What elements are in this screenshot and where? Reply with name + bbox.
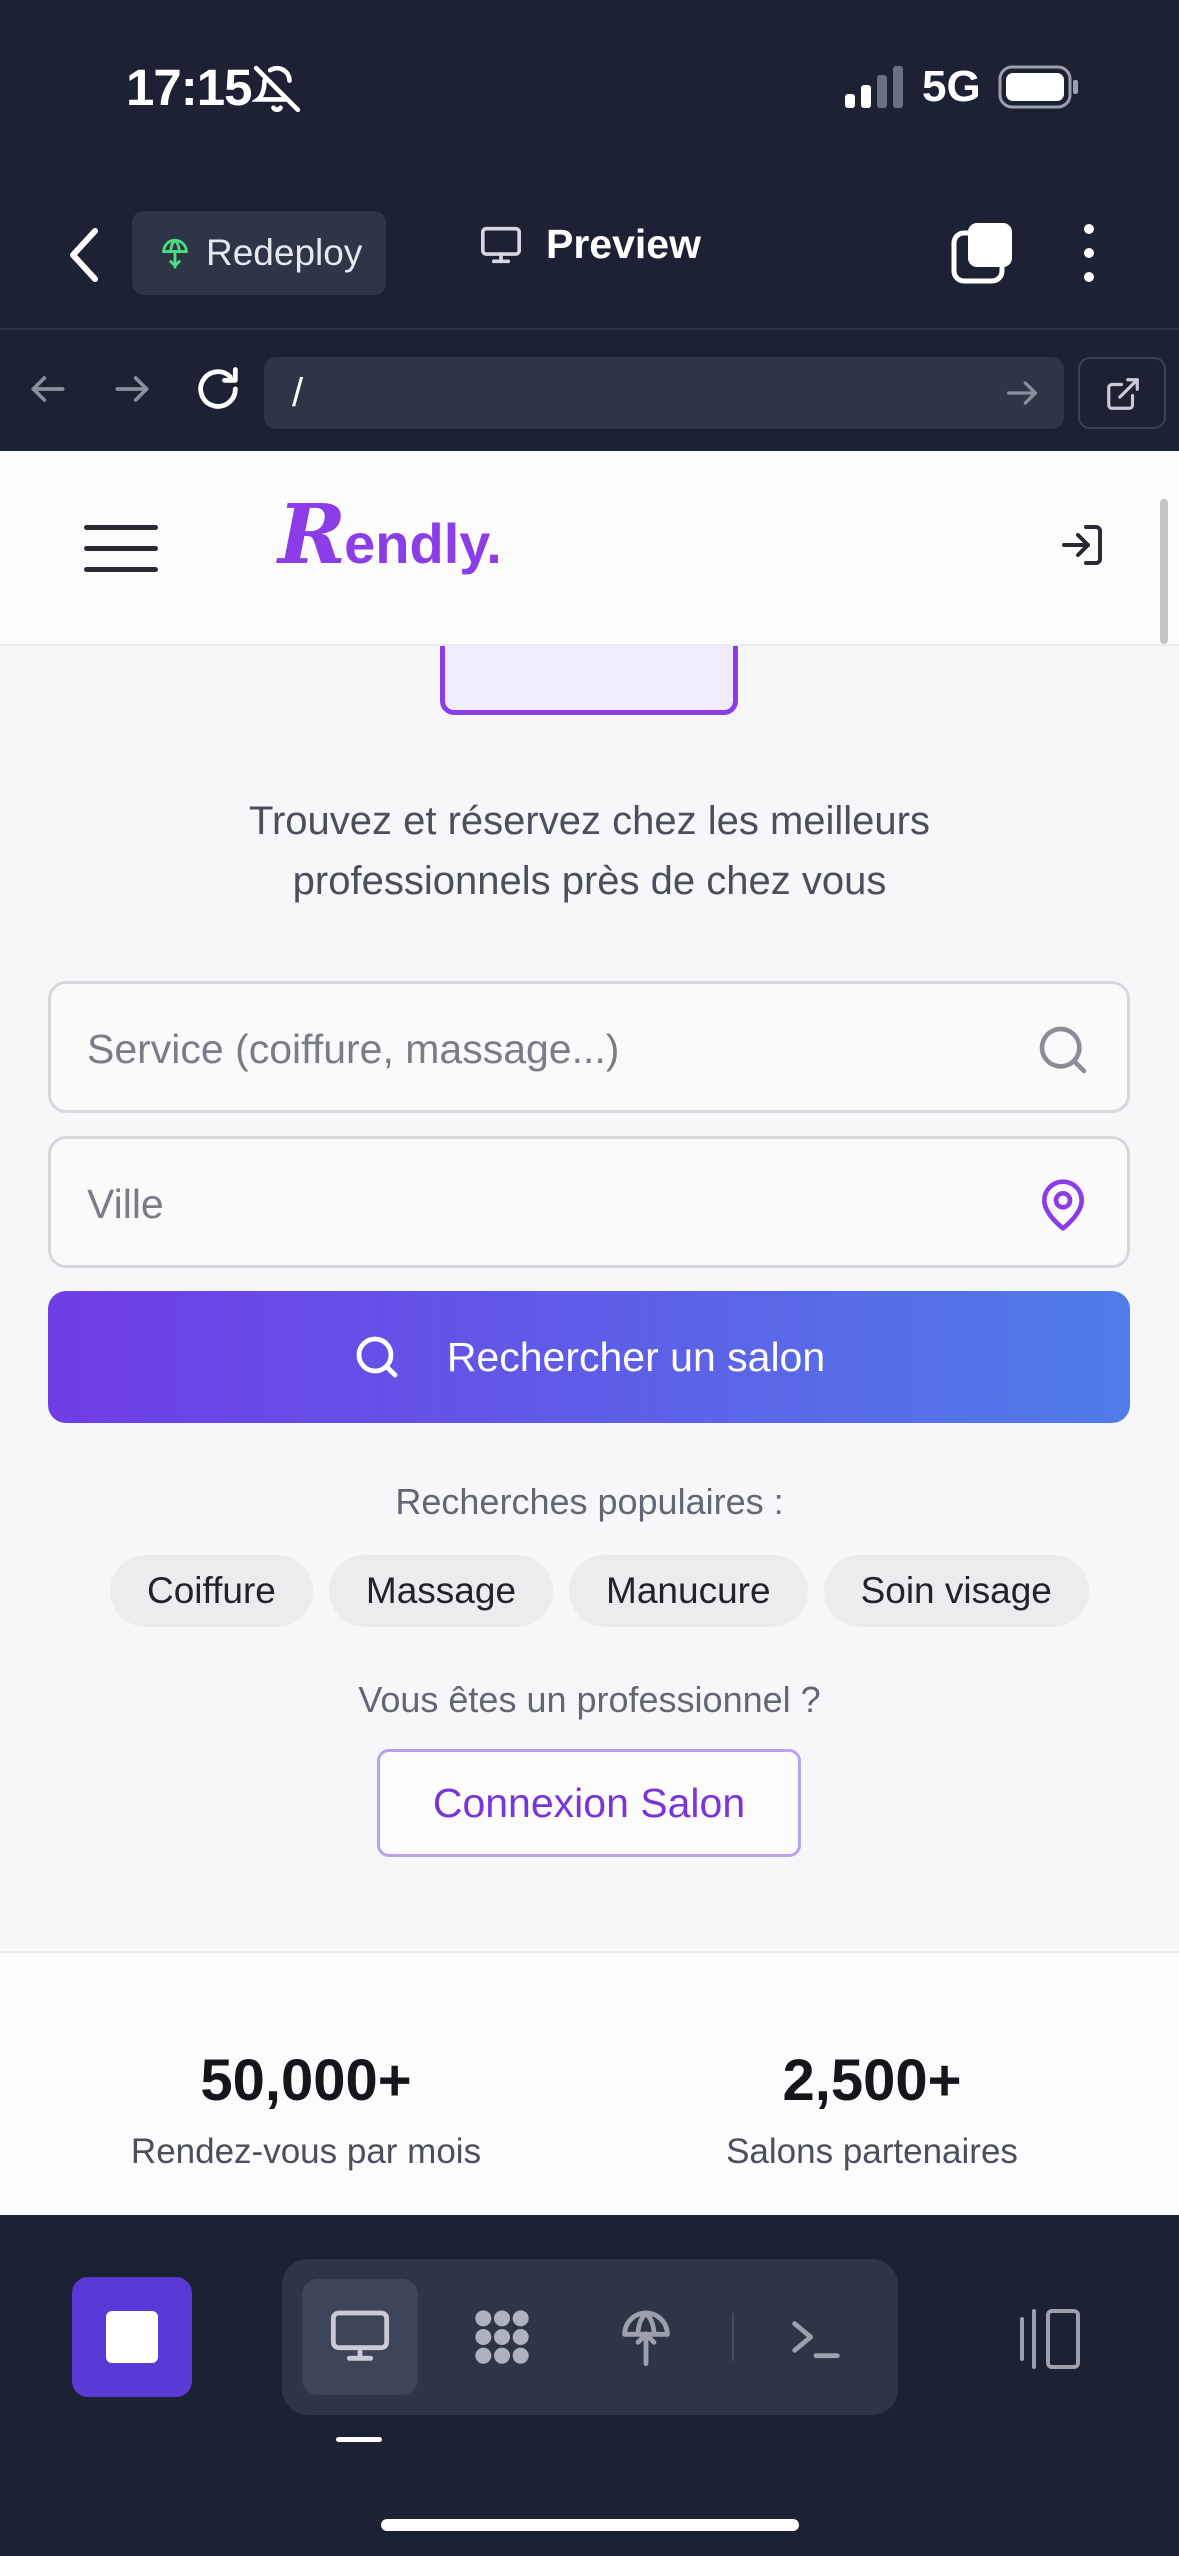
menu-icon[interactable] xyxy=(84,525,158,573)
split-view-icon[interactable] xyxy=(1012,2307,1082,2371)
stat-label: Salons partenaires xyxy=(726,2132,1018,2171)
app-header: Redeploy Preview xyxy=(0,175,1179,330)
open-external-button[interactable] xyxy=(1078,357,1166,429)
city-input[interactable] xyxy=(87,1177,987,1231)
network-label: 5G xyxy=(922,62,981,111)
chip-soin-visage[interactable]: Soin visage xyxy=(823,1555,1089,1627)
pro-question: Vous êtes un professionnel ? xyxy=(358,1679,821,1720)
search-icon xyxy=(356,1336,398,1378)
stat-partners: 2,500+ Salons partenaires xyxy=(592,2047,1152,2172)
search-button-label: Rechercher un salon xyxy=(446,1333,826,1380)
arrow-right-small-icon[interactable] xyxy=(1002,373,1042,413)
logo-initial: R xyxy=(278,487,346,583)
terminal-icon xyxy=(792,2321,840,2359)
redeploy-label: Redeploy xyxy=(206,232,363,273)
url-bar-row: / xyxy=(0,331,1179,451)
deploy-tool-button[interactable] xyxy=(588,2279,704,2395)
status-bar: 17:15 5G xyxy=(0,0,1179,175)
chip-massage[interactable]: Massage xyxy=(328,1555,554,1627)
tool-switcher xyxy=(282,2259,898,2415)
site-logo[interactable]: Rendly. xyxy=(278,487,502,583)
url-text: / xyxy=(292,371,304,415)
stat-label: Rendez-vous par mois xyxy=(130,2132,482,2171)
bell-slash-icon xyxy=(252,65,301,113)
active-tool-indicator xyxy=(336,2437,382,2442)
stop-button[interactable] xyxy=(72,2277,192,2397)
chip-coiffure[interactable]: Coiffure xyxy=(110,1555,313,1627)
map-pin-icon xyxy=(1042,1179,1084,1231)
service-search-field[interactable] xyxy=(48,981,1130,1113)
toolbar-divider xyxy=(732,2313,734,2361)
tagline: Trouvez et réservez chez les meilleurs p… xyxy=(0,791,1179,911)
grid-icon xyxy=(475,2310,529,2364)
bottom-toolbar xyxy=(0,2215,1179,2556)
service-input[interactable] xyxy=(87,1022,987,1076)
more-vertical-icon[interactable] xyxy=(1074,221,1104,285)
preview-label: Preview xyxy=(546,221,701,267)
redeploy-button[interactable]: Redeploy xyxy=(132,211,386,295)
external-link-icon xyxy=(1107,378,1139,410)
terminal-tool-button[interactable] xyxy=(758,2279,874,2395)
arrow-left-icon[interactable] xyxy=(26,367,70,411)
deploy-icon xyxy=(622,2310,670,2367)
tabs-icon[interactable] xyxy=(950,221,1014,285)
login-icon[interactable] xyxy=(1058,521,1106,569)
stat-appointments: 50,000+ Rendez-vous par mois xyxy=(26,2047,586,2172)
preview-tab[interactable]: Preview xyxy=(478,221,701,268)
workspace-tool-button[interactable] xyxy=(444,2279,560,2395)
tagline-line-2: professionnels près de chez vous xyxy=(292,859,887,903)
chevron-left-icon[interactable] xyxy=(60,225,110,285)
desktop-icon xyxy=(330,2310,390,2361)
globe-icon xyxy=(162,238,188,269)
stat-value: 2,500+ xyxy=(782,2048,962,2113)
signal-icon xyxy=(845,66,903,108)
salon-login-button[interactable]: Connexion Salon xyxy=(377,1749,801,1857)
monitor-icon xyxy=(481,226,521,263)
search-icon xyxy=(1039,1026,1087,1074)
logo-rest: endly. xyxy=(344,512,502,575)
webpage-preview: Rendly. Trouvez et réservez chez les mei… xyxy=(0,451,1179,2215)
home-indicator[interactable] xyxy=(381,2519,799,2531)
chip-manucure[interactable]: Manucure xyxy=(569,1555,808,1627)
arrow-right-icon[interactable] xyxy=(110,367,154,411)
popular-searches: Coiffure Massage Manucure Soin visage xyxy=(110,1555,1089,1627)
tagline-line-1: Trouvez et réservez chez les meilleurs xyxy=(249,799,930,843)
status-time: 17:15 xyxy=(126,59,252,116)
battery-icon xyxy=(998,65,1078,109)
page-scrollbar[interactable] xyxy=(1160,499,1168,644)
url-field[interactable]: / xyxy=(264,357,1064,429)
popular-searches-title: Recherches populaires : xyxy=(395,1481,784,1522)
stats-section: 50,000+ Rendez-vous par mois 2,500+ Salo… xyxy=(0,1951,1179,2215)
desktop-tool-button[interactable] xyxy=(302,2279,418,2395)
city-field[interactable] xyxy=(48,1136,1130,1268)
search-salon-button[interactable]: Rechercher un salon xyxy=(48,1291,1130,1423)
stat-value: 50,000+ xyxy=(200,2048,412,2113)
stop-icon xyxy=(106,2311,158,2363)
reload-icon[interactable] xyxy=(192,363,244,415)
site-header: Rendly. xyxy=(0,451,1179,646)
